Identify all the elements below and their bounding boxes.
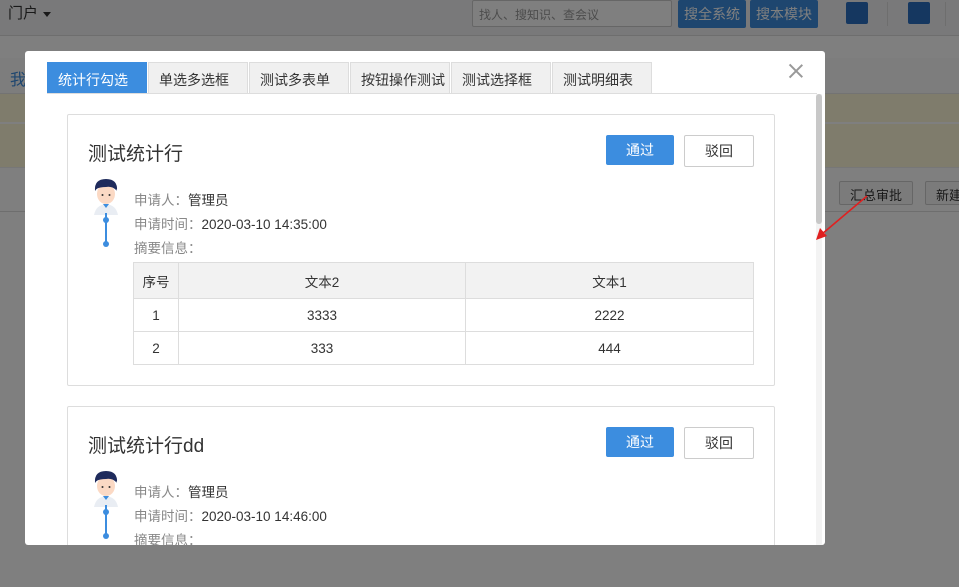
modal-tabs: 统计行勾选 单选多选框 测试多表单 按钮操作测试 测试选择框 测试明细表	[47, 62, 653, 93]
table-header-row: 序号 文本2 文本1	[133, 262, 754, 299]
tab-divider	[47, 93, 817, 94]
timeline-dot	[103, 533, 109, 539]
table-row: 2 333 444	[133, 331, 754, 365]
apply-time: 2020-03-10 14:46:00	[201, 509, 327, 524]
table-cell: 2	[133, 331, 179, 365]
annotation-arrow-icon	[816, 195, 868, 240]
applicant-row: 申请人：管理员	[134, 485, 229, 500]
apply-time-row: 申请时间：2020-03-10 14:46:00	[134, 509, 327, 524]
approval-card: 测试统计行 通过 驳回 申请人：管理员 申请时间：2020-03-10 14:3…	[67, 114, 775, 386]
close-icon[interactable]	[788, 63, 804, 79]
timeline-dot	[103, 241, 109, 247]
reject-button[interactable]: 驳回	[684, 427, 754, 459]
table-cell: 1	[133, 298, 179, 332]
tab-button-test[interactable]: 按钮操作测试	[350, 62, 450, 93]
summary-row: 摘要信息：	[134, 533, 202, 545]
tab-multi-form[interactable]: 测试多表单	[249, 62, 349, 93]
applicant-name: 管理员	[188, 485, 229, 500]
card-title: 测试统计行	[88, 144, 184, 165]
summary-row: 摘要信息：	[134, 241, 202, 256]
card-title: 测试统计行dd	[88, 436, 205, 457]
tab-stat-row[interactable]: 统计行勾选	[47, 62, 147, 93]
approval-card: 测试统计行dd 通过 驳回 申请人：管理员 申请时间：2020-03-10 14…	[67, 406, 775, 545]
approval-modal: 统计行勾选 单选多选框 测试多表单 按钮操作测试 测试选择框 测试明细表 测试统…	[25, 51, 825, 545]
avatar	[94, 471, 118, 507]
avatar	[94, 179, 118, 215]
pass-button[interactable]: 通过	[606, 135, 674, 165]
tab-select-test[interactable]: 测试选择框	[451, 62, 551, 93]
col-header: 文本1	[465, 262, 754, 299]
summary-table: 序号 文本2 文本1 1 3333 2222 2 333 444	[133, 262, 754, 365]
applicant-name: 管理员	[188, 193, 229, 208]
table-cell: 444	[465, 331, 754, 365]
apply-time-row: 申请时间：2020-03-10 14:35:00	[134, 217, 327, 232]
tab-radio-checkbox[interactable]: 单选多选框	[148, 62, 248, 93]
col-header: 文本2	[178, 262, 466, 299]
tab-detail-table[interactable]: 测试明细表	[552, 62, 652, 93]
pass-button[interactable]: 通过	[606, 427, 674, 457]
table-cell: 3333	[178, 298, 466, 332]
table-cell: 333	[178, 331, 466, 365]
applicant-row: 申请人：管理员	[134, 193, 229, 208]
table-cell: 2222	[465, 298, 754, 332]
modal-scrollbar[interactable]	[816, 94, 822, 545]
col-header: 序号	[133, 262, 179, 299]
reject-button[interactable]: 驳回	[684, 135, 754, 167]
table-row: 1 3333 2222	[133, 298, 754, 332]
apply-time: 2020-03-10 14:35:00	[201, 217, 327, 232]
